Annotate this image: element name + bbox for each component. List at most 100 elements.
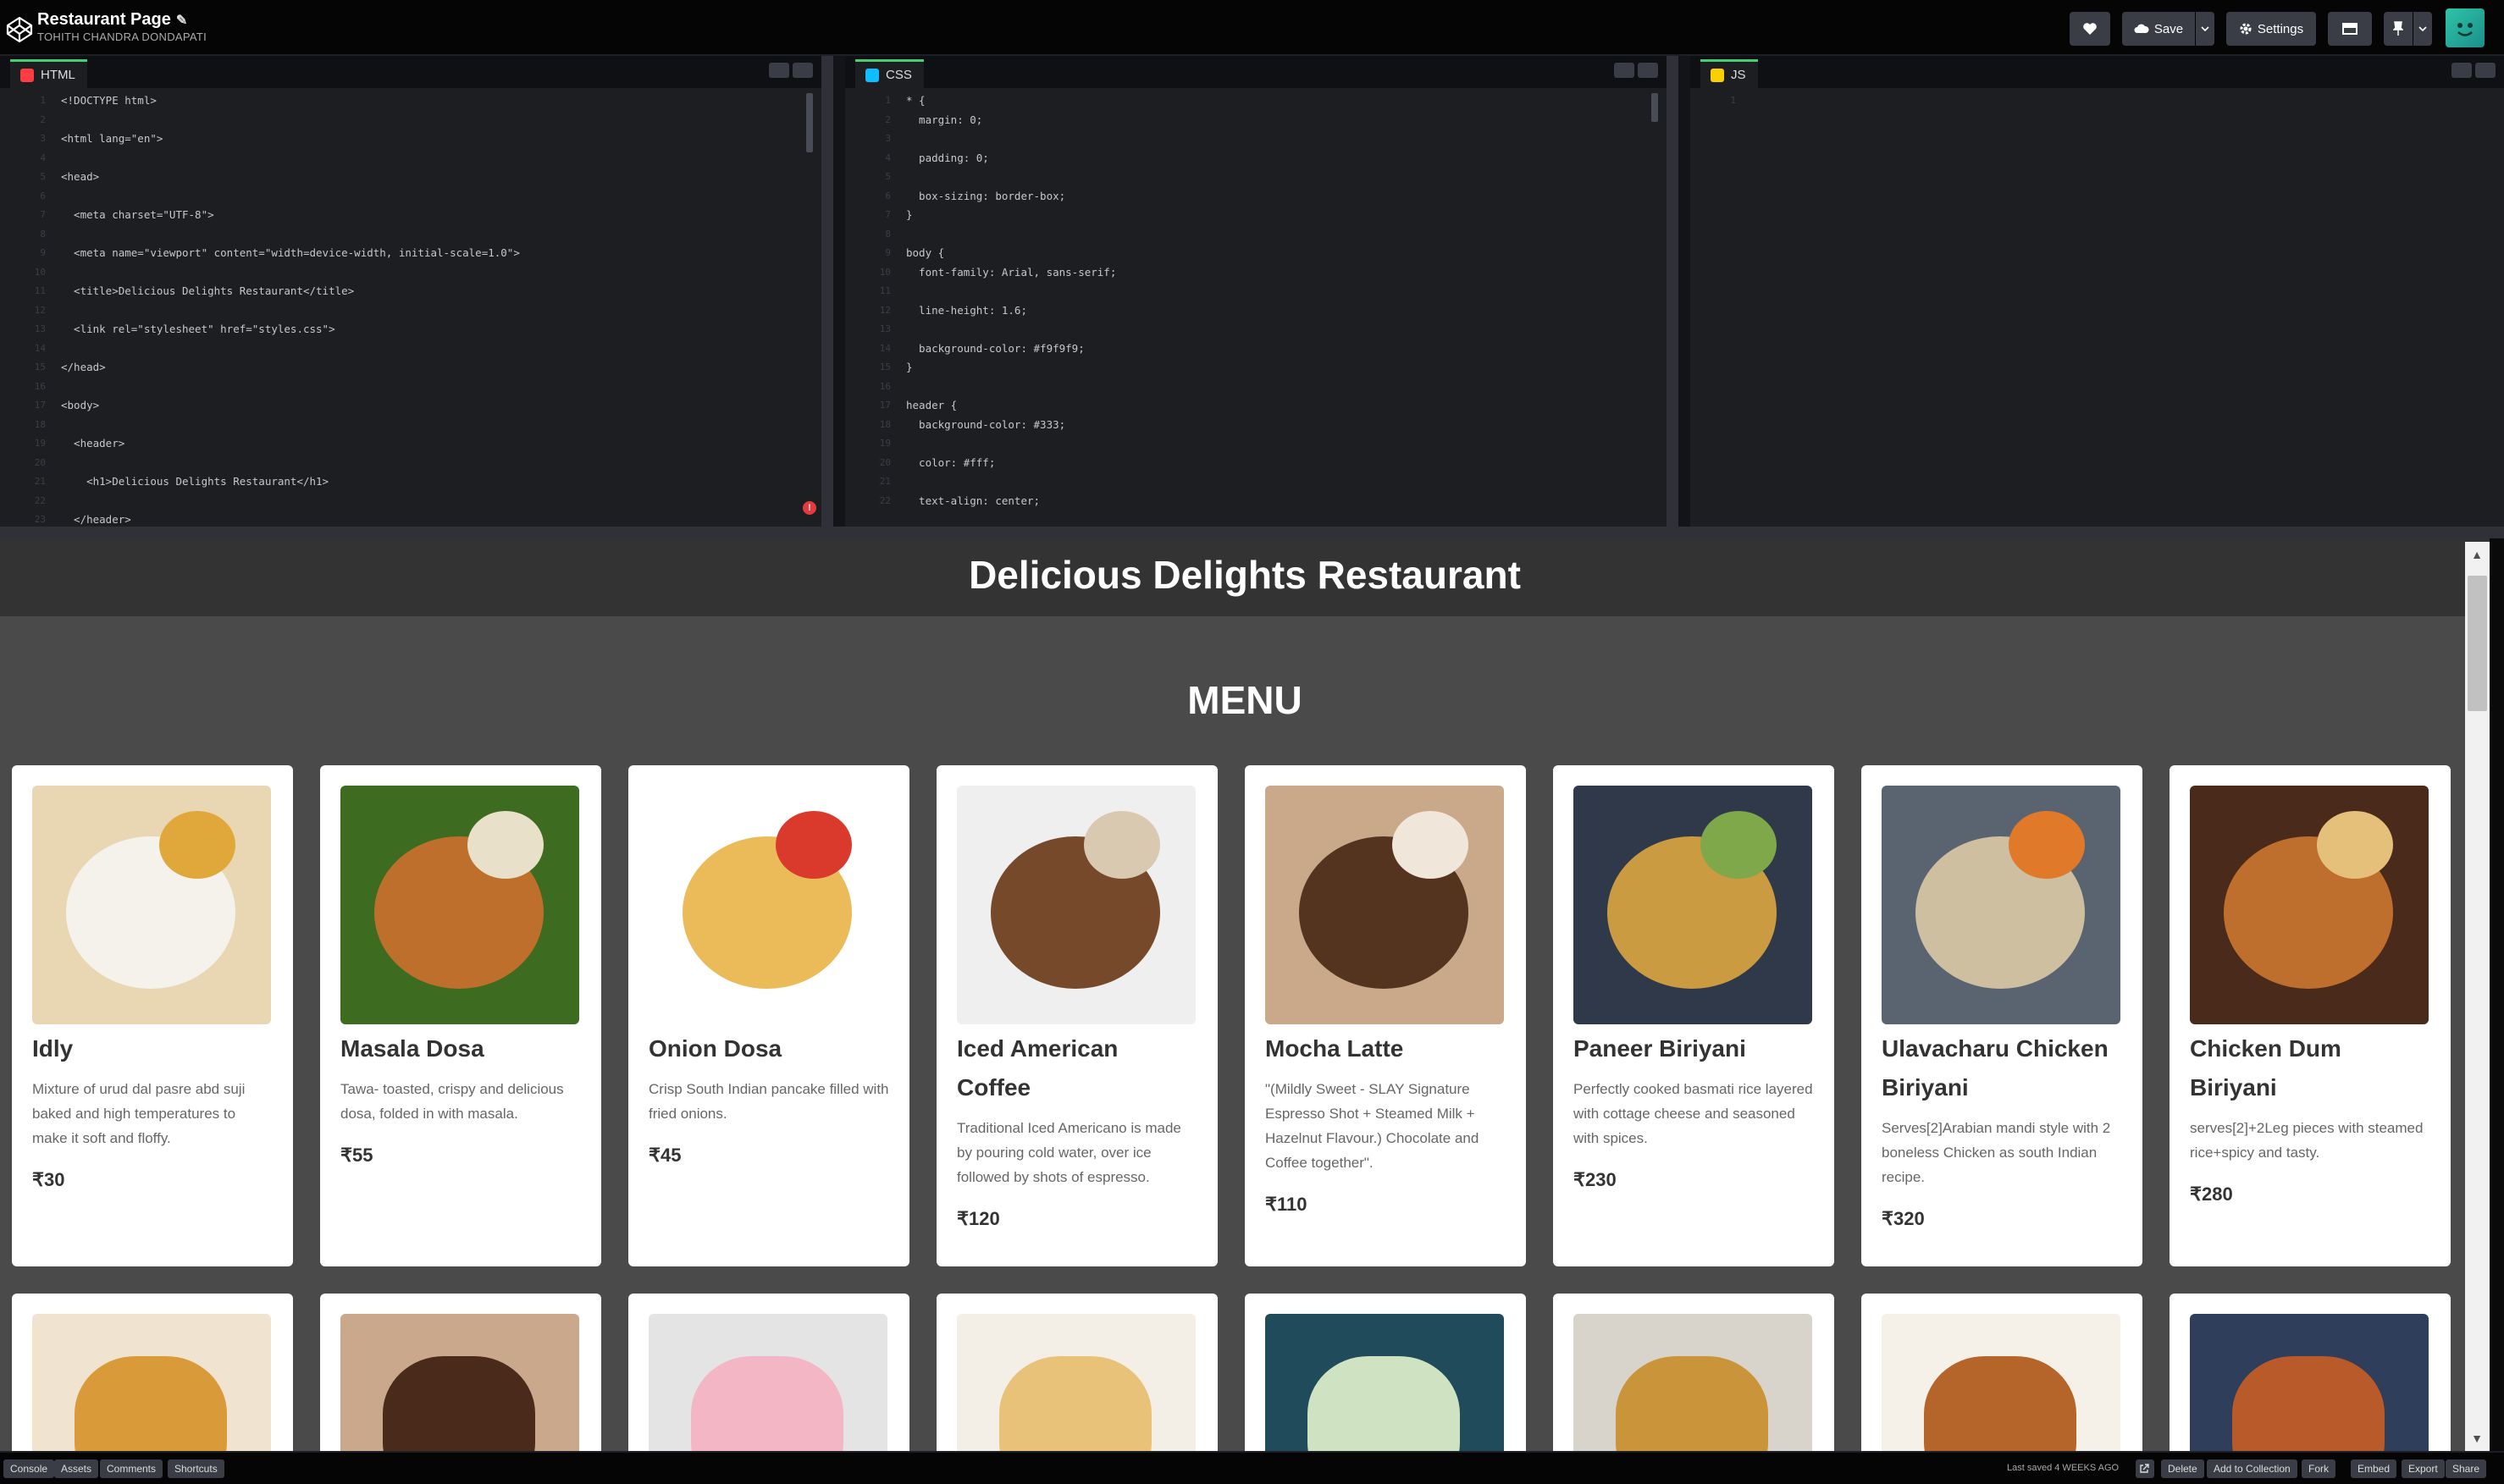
codepen-logo-icon[interactable] bbox=[5, 15, 34, 44]
code-line[interactable]: 11 bbox=[845, 282, 1667, 301]
error-indicator-icon[interactable]: ! bbox=[803, 501, 816, 515]
code-line[interactable]: 4 bbox=[0, 149, 821, 168]
code-line[interactable]: 15} bbox=[845, 358, 1667, 377]
code-text[interactable]: <!DOCTYPE html> bbox=[61, 91, 157, 110]
code-text[interactable]: color: #fff; bbox=[906, 454, 995, 472]
code-line[interactable]: 10 bbox=[0, 263, 821, 282]
js-editor-panel[interactable]: JS 1 bbox=[1690, 56, 2504, 527]
code-line[interactable]: 20 bbox=[0, 454, 821, 472]
pin-dropdown-button[interactable] bbox=[2413, 12, 2432, 46]
bottom-share-button[interactable]: Share bbox=[2446, 1459, 2487, 1478]
code-line[interactable]: 22 text-align: center; bbox=[845, 492, 1667, 510]
code-line[interactable]: 20 color: #fff; bbox=[845, 454, 1667, 472]
code-text[interactable]: header { bbox=[906, 396, 957, 415]
code-line[interactable]: 19 <header> bbox=[0, 434, 821, 453]
code-line[interactable]: 6 bbox=[0, 187, 821, 206]
code-line[interactable]: 1 * { bbox=[845, 91, 1667, 110]
editor-settings-icon[interactable] bbox=[2451, 63, 2472, 78]
code-line[interactable]: 1 <!DOCTYPE html> bbox=[0, 91, 821, 110]
html-editor-scrollbar[interactable] bbox=[806, 93, 813, 152]
code-line[interactable]: 12 bbox=[0, 301, 821, 320]
code-text[interactable]: } bbox=[906, 358, 913, 377]
html-editor-panel[interactable]: HTML 1 <!DOCTYPE html> 2 3 <html lang="en"> 4… bbox=[0, 56, 833, 527]
preview-frame[interactable]: Delicious Delights Restaurant MENU Idly M… bbox=[0, 538, 2490, 1451]
bottom-delete-button[interactable]: Delete bbox=[2161, 1459, 2204, 1478]
code-text[interactable]: line-height: 1.6; bbox=[906, 301, 1027, 320]
preview-scrollbar-thumb[interactable] bbox=[2468, 576, 2487, 711]
code-text[interactable]: </head> bbox=[61, 358, 106, 377]
code-text[interactable]: <meta charset="UTF-8"> bbox=[61, 206, 214, 224]
bottom-console-button[interactable]: Console bbox=[3, 1459, 55, 1478]
code-text[interactable]: <header> bbox=[61, 434, 124, 453]
code-line[interactable]: 14 background-color: #f9f9f9; bbox=[845, 339, 1667, 358]
code-line[interactable]: 16 bbox=[845, 378, 1667, 396]
code-line[interactable]: 9 <meta name="viewport" content="width=d… bbox=[0, 244, 821, 262]
tab-css[interactable]: CSS bbox=[855, 59, 924, 88]
bottom-add-to-collection-button[interactable]: Add to Collection bbox=[2207, 1459, 2297, 1478]
code-line[interactable]: 13 bbox=[845, 320, 1667, 339]
code-line[interactable]: 2 bbox=[0, 111, 821, 130]
code-line[interactable]: 21 <h1>Delicious Delights Restaurant</h1… bbox=[0, 472, 821, 491]
save-button[interactable]: Save bbox=[2122, 12, 2195, 46]
pen-title[interactable]: Restaurant Page ✎ bbox=[37, 10, 187, 30]
code-line[interactable]: 10 font-family: Arial, sans-serif; bbox=[845, 263, 1667, 282]
code-line[interactable]: 2 margin: 0; bbox=[845, 111, 1667, 130]
code-text[interactable]: background-color: #f9f9f9; bbox=[906, 339, 1085, 358]
code-text[interactable]: <link rel="stylesheet" href="styles.css"… bbox=[61, 320, 335, 339]
code-text[interactable]: padding: 0; bbox=[906, 149, 989, 168]
code-line[interactable]: 12 line-height: 1.6; bbox=[845, 301, 1667, 320]
open-external-button[interactable] bbox=[2136, 1459, 2154, 1478]
code-text[interactable]: margin: 0; bbox=[906, 111, 982, 130]
code-line[interactable]: 19 bbox=[845, 434, 1667, 453]
code-text[interactable]: <html lang="en"> bbox=[61, 130, 163, 148]
code-text[interactable]: font-family: Arial, sans-serif; bbox=[906, 263, 1116, 282]
code-line[interactable]: 21 bbox=[845, 472, 1667, 491]
pin-button[interactable] bbox=[2384, 12, 2413, 46]
scroll-down-icon[interactable]: ▼ bbox=[2469, 1431, 2485, 1446]
scroll-up-icon[interactable]: ▲ bbox=[2469, 547, 2485, 562]
js-code[interactable]: 1 bbox=[1690, 90, 2504, 527]
code-text[interactable]: } bbox=[906, 206, 913, 224]
tab-js[interactable]: JS bbox=[1700, 59, 1758, 88]
code-text[interactable]: * { bbox=[906, 91, 926, 110]
bottom-export-button[interactable]: Export bbox=[2402, 1459, 2445, 1478]
code-line[interactable]: 18 background-color: #333; bbox=[845, 416, 1667, 434]
code-line[interactable]: 4 padding: 0; bbox=[845, 149, 1667, 168]
code-line[interactable]: 17 header { bbox=[845, 396, 1667, 415]
code-line[interactable]: 5 bbox=[845, 168, 1667, 186]
code-line[interactable]: 16 bbox=[0, 378, 821, 396]
bottom-fork-button[interactable]: Fork bbox=[2302, 1459, 2335, 1478]
code-line[interactable]: 11 <title>Delicious Delights Restaurant<… bbox=[0, 282, 821, 301]
editor-settings-icon[interactable] bbox=[1614, 63, 1634, 78]
code-line[interactable]: 14 bbox=[0, 339, 821, 358]
html-code[interactable]: 1 <!DOCTYPE html> 2 3 <html lang="en"> 4 5 <hea… bbox=[0, 90, 821, 527]
bottom-comments-button[interactable]: Comments bbox=[100, 1459, 163, 1478]
code-text[interactable]: text-align: center; bbox=[906, 492, 1040, 510]
code-line[interactable]: 8 bbox=[0, 225, 821, 244]
code-line[interactable]: 13 <link rel="stylesheet" href="styles.c… bbox=[0, 320, 821, 339]
code-line[interactable]: 7} bbox=[845, 206, 1667, 224]
chevron-down-icon[interactable] bbox=[2475, 63, 2496, 78]
code-text[interactable]: body { bbox=[906, 244, 944, 262]
code-line[interactable]: 9 body { bbox=[845, 244, 1667, 262]
code-line[interactable]: 7 <meta charset="UTF-8"> bbox=[0, 206, 821, 224]
bottom-assets-button[interactable]: Assets bbox=[54, 1459, 99, 1478]
code-line[interactable]: 5 <head> bbox=[0, 168, 821, 186]
settings-button[interactable]: Settings bbox=[2226, 12, 2316, 46]
code-line[interactable]: 18 bbox=[0, 416, 821, 434]
edit-title-icon[interactable]: ✎ bbox=[176, 14, 187, 28]
code-text[interactable]: background-color: #333; bbox=[906, 416, 1065, 434]
code-line[interactable]: 8 bbox=[845, 225, 1667, 244]
preview-resize-handle[interactable] bbox=[0, 527, 2504, 538]
author-name[interactable]: TOHITH CHANDRA DONDAPATI bbox=[37, 30, 207, 43]
code-line[interactable]: 17 <body> bbox=[0, 396, 821, 415]
code-line[interactable]: 15 </head> bbox=[0, 358, 821, 377]
change-view-button[interactable] bbox=[2328, 12, 2372, 46]
like-button[interactable] bbox=[2070, 12, 2110, 46]
code-line[interactable]: 22 bbox=[0, 492, 821, 510]
code-text[interactable]: <title>Delicious Delights Restaurant</ti… bbox=[61, 282, 354, 301]
save-dropdown-button[interactable] bbox=[2196, 12, 2214, 46]
css-code[interactable]: 1 * {2 margin: 0; 3 4 padding: 0; 5 6 box-siz… bbox=[845, 90, 1667, 527]
code-text[interactable]: <body> bbox=[61, 396, 99, 415]
code-line[interactable]: 3 bbox=[845, 130, 1667, 148]
